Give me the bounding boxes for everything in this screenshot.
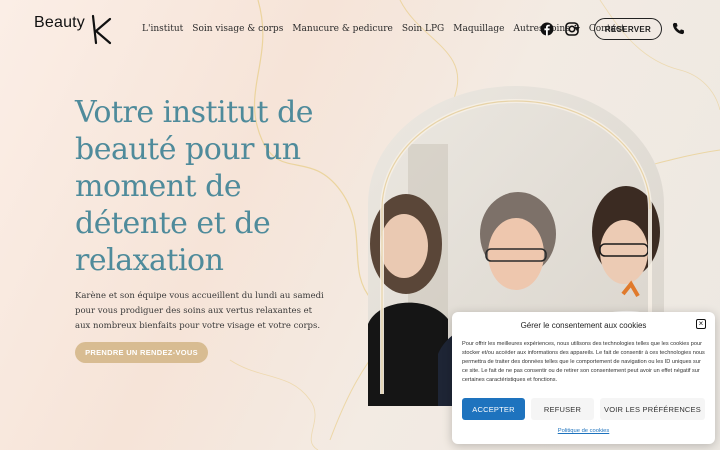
facebook-icon[interactable] — [540, 22, 554, 36]
nav-item-soin-visage-corps[interactable]: Soin visage & corps — [192, 24, 283, 34]
reserve-button[interactable]: RÉSERVER — [594, 18, 662, 40]
phone-icon[interactable] — [672, 22, 685, 35]
nav-item-institut[interactable]: L'institut — [142, 24, 183, 34]
brand-logo[interactable]: Beauty — [34, 14, 114, 46]
refuse-cookies-button[interactable]: REFUSER — [531, 398, 594, 420]
accept-cookies-button[interactable]: ACCEPTER — [462, 398, 525, 420]
hero-title: Votre institut de beauté pour un moment … — [75, 95, 314, 278]
nav-item-soin-lpg[interactable]: Soin LPG — [402, 24, 444, 34]
cookie-consent-dialog: Gérer le consentement aux cookies × Pour… — [452, 312, 715, 444]
hero-description: Karène et son équipe vous accueillent du… — [75, 291, 324, 331]
instagram-icon[interactable] — [565, 22, 579, 36]
cookie-description: Pour offrir les meilleures expériences, … — [462, 341, 705, 383]
close-icon[interactable]: × — [696, 319, 706, 329]
view-preferences-button[interactable]: VOIR LES PRÉFÉRENCES — [600, 398, 705, 420]
nav-item-manucure-pedicure[interactable]: Manucure & pedicure — [292, 24, 393, 34]
logo-k-mark — [91, 14, 112, 45]
cookie-dialog-title: Gérer le consentement aux cookies — [520, 321, 647, 330]
book-appointment-button[interactable]: PRENDRE UN RENDEZ-VOUS — [75, 342, 208, 363]
cookie-policy-link[interactable]: Politique de cookies — [452, 428, 715, 434]
logo-text: Beauty — [34, 14, 86, 31]
nav-item-maquillage[interactable]: Maquillage — [453, 24, 504, 34]
